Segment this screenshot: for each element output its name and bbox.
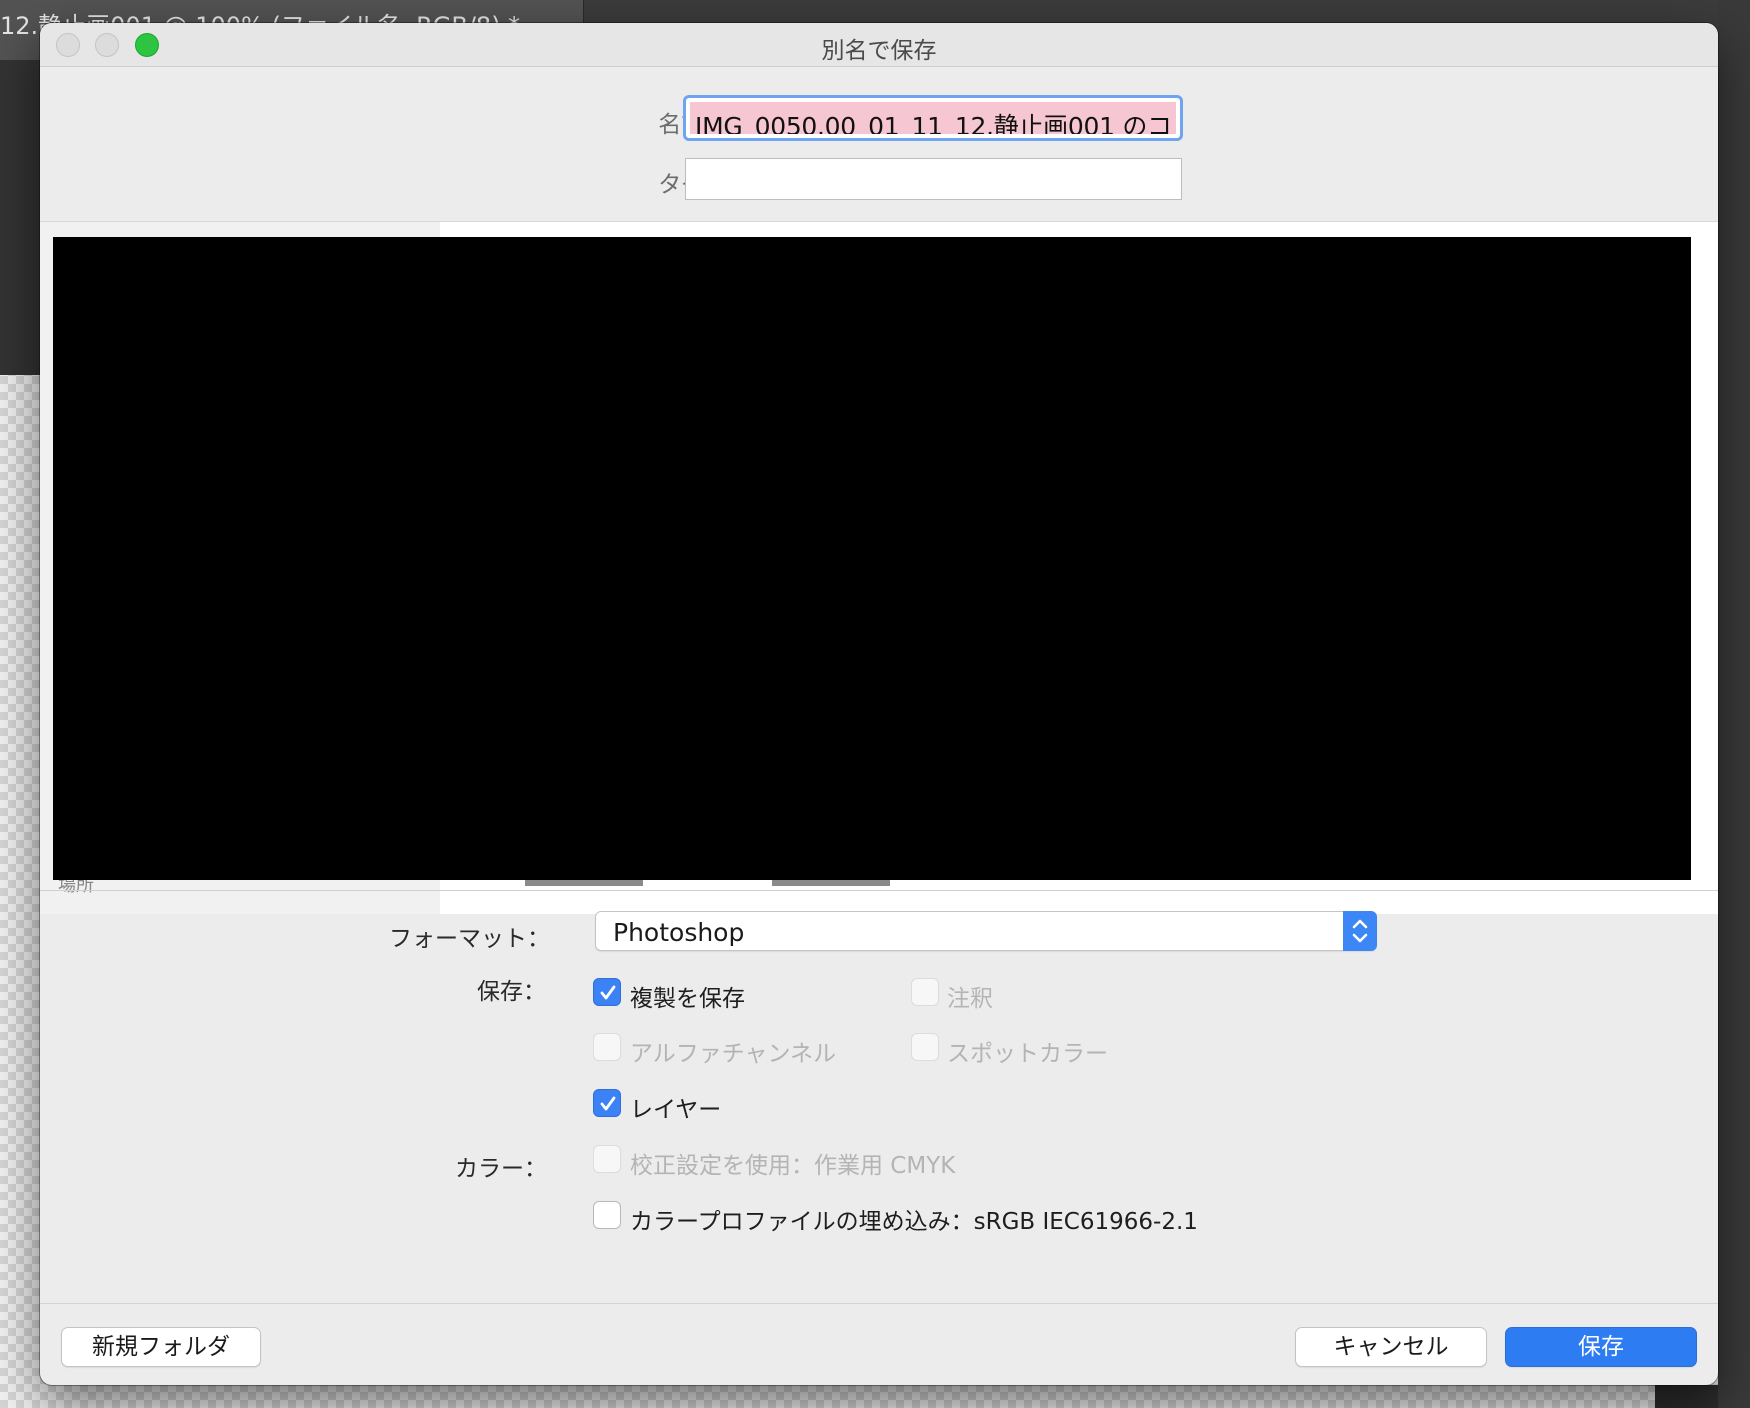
layers-label: レイヤー [630,1097,722,1123]
file-thumbnail[interactable] [525,880,643,886]
app-bottom-panel [1655,1385,1718,1408]
annotations-label: 注釈 [947,986,993,1012]
file-thumbnail[interactable] [772,880,890,886]
use-proof-setup-label: 校正設定を使用：作業用 CMYK [630,1153,956,1179]
save-as-dialog: 別名で保存 名前: IMG_0050.00_01_11_12.静止画001 のコ… [40,23,1718,1385]
embed-color-profile-label: カラープロファイルの埋め込み：sRGB IEC61966-2.1 [630,1209,1198,1235]
save-copy-checkbox[interactable] [593,978,621,1006]
use-proof-setup-checkbox[interactable] [593,1145,621,1173]
save-button[interactable]: 保存 [1505,1327,1697,1367]
new-folder-button[interactable]: 新規フォルダ [61,1327,261,1367]
format-value: Photoshop [613,918,745,947]
cancel-button[interactable]: キャンセル [1295,1327,1487,1367]
redacted-area [53,237,1691,880]
color-options-label: カラー： [455,1156,547,1182]
dialog-titlebar: 別名で保存 [40,23,1718,67]
tags-input[interactable] [685,158,1182,200]
filename-input[interactable]: IMG_0050.00_01_11_12.静止画001 のコピー [683,95,1183,141]
alpha-channels-label: アルファチャンネル [630,1041,837,1067]
save-options-label: 保存： [477,979,546,1005]
divider [40,890,1718,891]
filename-text: IMG_0050.00_01_11_12.静止画001 のコピー [695,112,1176,134]
spot-colors-checkbox[interactable] [911,1033,939,1061]
app-left-panel [0,60,40,375]
format-select[interactable]: Photoshop [595,911,1377,951]
save-copy-label: 複製を保存 [630,986,745,1012]
dialog-title: 別名で保存 [821,38,937,64]
app-right-panel [1718,0,1750,1408]
alpha-channels-checkbox[interactable] [593,1033,621,1061]
spot-colors-label: スポットカラー [947,1041,1108,1067]
select-stepper-icon[interactable] [1343,911,1377,951]
annotations-checkbox[interactable] [911,978,939,1006]
filename-selection: IMG_0050.00_01_11_12.静止画001 のコピー [690,102,1176,134]
embed-color-profile-checkbox[interactable] [593,1201,621,1229]
layers-checkbox[interactable] [593,1089,621,1117]
format-label: フォーマット： [389,926,550,952]
divider [40,1303,1718,1304]
